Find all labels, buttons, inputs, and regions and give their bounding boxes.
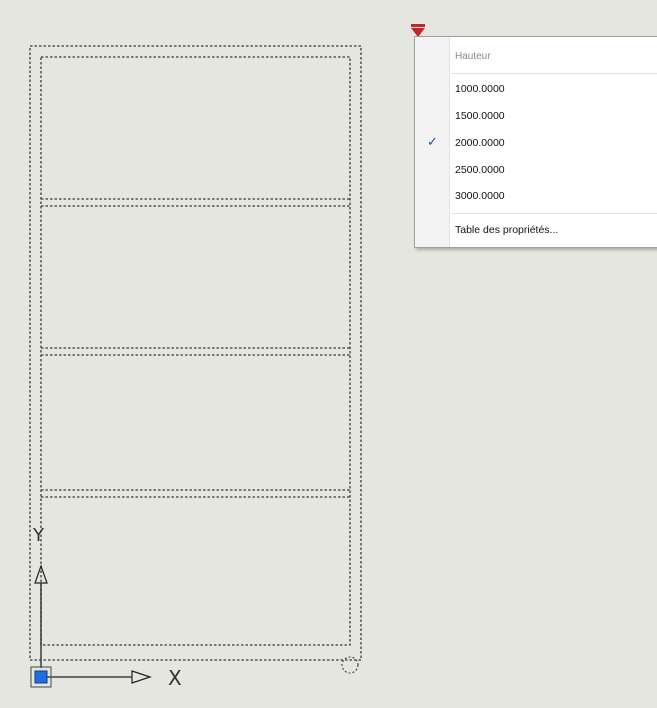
menu-item-label: 3000.0000: [455, 190, 505, 202]
inner-dashed-frame[interactable]: [40, 56, 351, 646]
menu-item-2500[interactable]: 2500.0000: [415, 159, 657, 181]
menu-item-2000[interactable]: ✓ 2000.0000: [415, 132, 657, 154]
shelf-divider[interactable]: [41, 489, 350, 498]
menu-item-label: 1000.0000: [455, 83, 505, 95]
menu-separator: [451, 213, 657, 214]
menu-item-label: 2500.0000: [455, 164, 505, 176]
menu-item-label: Table des propriétés...: [455, 224, 559, 236]
menu-item-label: 1500.0000: [455, 110, 505, 122]
ucs-origin-grip[interactable]: [34, 670, 48, 684]
menu-item-1500[interactable]: 1500.0000: [415, 105, 657, 127]
lookup-dropdown-menu: Hauteur 1000.0000 1500.0000 ✓ 2000.0000 …: [414, 36, 657, 248]
menu-item-3000[interactable]: 3000.0000: [415, 185, 657, 207]
shelf-divider[interactable]: [41, 347, 350, 356]
menu-item-properties-table[interactable]: Table des propriétés...: [415, 219, 657, 241]
checkmark-icon: ✓: [427, 135, 438, 150]
x-axis-label: X: [168, 666, 182, 690]
outer-dashed-frame[interactable]: [29, 45, 362, 661]
y-axis-label: Y: [32, 525, 45, 546]
shelf-divider[interactable]: [41, 198, 350, 207]
menu-separator: [451, 73, 657, 74]
menu-header: Hauteur: [455, 51, 491, 62]
ucs-icon: [30, 564, 152, 688]
menu-item-1000[interactable]: 1000.0000: [415, 78, 657, 100]
menu-item-label: 2000.0000: [455, 137, 505, 149]
